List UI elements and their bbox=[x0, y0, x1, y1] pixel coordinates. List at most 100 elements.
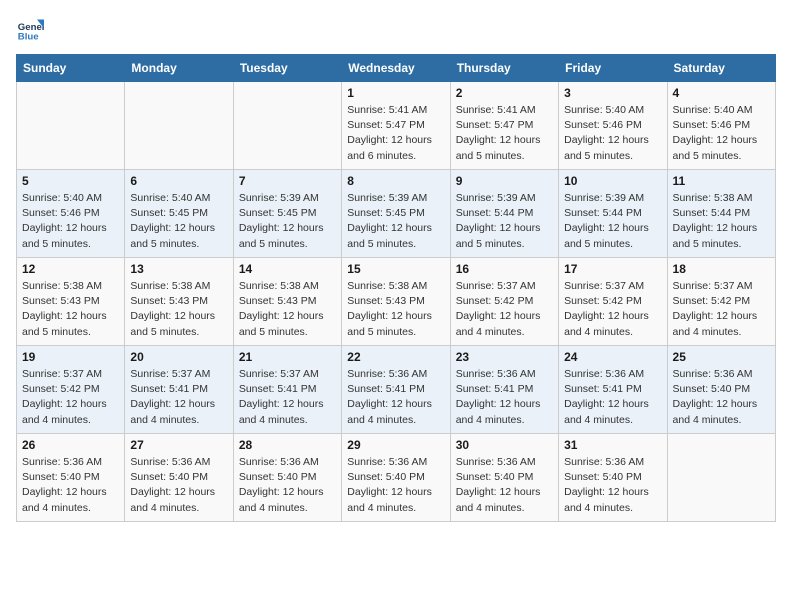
calendar-cell: 26 Sunrise: 5:36 AM Sunset: 5:40 PM Dayli… bbox=[17, 434, 125, 522]
day-number: 27 bbox=[130, 438, 227, 452]
day-number: 21 bbox=[239, 350, 336, 364]
day-info: Sunrise: 5:38 AM Sunset: 5:43 PM Dayligh… bbox=[347, 279, 444, 340]
calendar-cell: 11 Sunrise: 5:38 AM Sunset: 5:44 PM Dayli… bbox=[667, 170, 775, 258]
day-of-week-header: Saturday bbox=[667, 55, 775, 82]
day-info: Sunrise: 5:36 AM Sunset: 5:40 PM Dayligh… bbox=[564, 455, 661, 516]
day-number: 16 bbox=[456, 262, 553, 276]
calendar-cell: 21 Sunrise: 5:37 AM Sunset: 5:41 PM Dayli… bbox=[233, 346, 341, 434]
day-number: 17 bbox=[564, 262, 661, 276]
calendar-cell bbox=[125, 82, 233, 170]
day-of-week-header: Wednesday bbox=[342, 55, 450, 82]
day-number: 29 bbox=[347, 438, 444, 452]
day-number: 13 bbox=[130, 262, 227, 276]
day-info: Sunrise: 5:36 AM Sunset: 5:40 PM Dayligh… bbox=[673, 367, 770, 428]
day-info: Sunrise: 5:36 AM Sunset: 5:41 PM Dayligh… bbox=[564, 367, 661, 428]
logo: General Blue bbox=[16, 16, 48, 44]
day-number: 5 bbox=[22, 174, 119, 188]
calendar-cell: 17 Sunrise: 5:37 AM Sunset: 5:42 PM Dayli… bbox=[559, 258, 667, 346]
day-number: 7 bbox=[239, 174, 336, 188]
calendar-cell: 10 Sunrise: 5:39 AM Sunset: 5:44 PM Dayli… bbox=[559, 170, 667, 258]
day-info: Sunrise: 5:37 AM Sunset: 5:42 PM Dayligh… bbox=[456, 279, 553, 340]
svg-text:Blue: Blue bbox=[18, 32, 39, 43]
day-info: Sunrise: 5:41 AM Sunset: 5:47 PM Dayligh… bbox=[456, 103, 553, 164]
calendar-cell: 12 Sunrise: 5:38 AM Sunset: 5:43 PM Dayli… bbox=[17, 258, 125, 346]
calendar-cell: 7 Sunrise: 5:39 AM Sunset: 5:45 PM Daylig… bbox=[233, 170, 341, 258]
day-info: Sunrise: 5:37 AM Sunset: 5:41 PM Dayligh… bbox=[239, 367, 336, 428]
calendar-cell: 18Sunrise: 5:37 AM Sunset: 5:42 PM Dayli… bbox=[667, 258, 775, 346]
calendar-table: SundayMondayTuesdayWednesdayThursdayFrid… bbox=[16, 54, 776, 522]
calendar-cell: 8Sunrise: 5:39 AM Sunset: 5:45 PM Daylig… bbox=[342, 170, 450, 258]
day-number: 12 bbox=[22, 262, 119, 276]
day-number: 31 bbox=[564, 438, 661, 452]
day-of-week-header: Friday bbox=[559, 55, 667, 82]
day-info: Sunrise: 5:37 AM Sunset: 5:42 PM Dayligh… bbox=[564, 279, 661, 340]
day-number: 11 bbox=[673, 174, 770, 188]
calendar-cell: 29 Sunrise: 5:36 AM Sunset: 5:40 PM Dayli… bbox=[342, 434, 450, 522]
calendar-cell: 25 Sunrise: 5:36 AM Sunset: 5:40 PM Dayli… bbox=[667, 346, 775, 434]
calendar-cell: 16 Sunrise: 5:37 AM Sunset: 5:42 PM Dayli… bbox=[450, 258, 558, 346]
calendar-cell: 31 Sunrise: 5:36 AM Sunset: 5:40 PM Dayli… bbox=[559, 434, 667, 522]
day-info: Sunrise: 5:40 AM Sunset: 5:46 PM Dayligh… bbox=[564, 103, 661, 164]
day-number: 25 bbox=[673, 350, 770, 364]
calendar-cell: 30 Sunrise: 5:36 AM Sunset: 5:40 PM Dayli… bbox=[450, 434, 558, 522]
calendar-cell: 20 Sunrise: 5:37 AM Sunset: 5:41 PM Dayli… bbox=[125, 346, 233, 434]
calendar-cell: 28Sunrise: 5:36 AM Sunset: 5:40 PM Dayli… bbox=[233, 434, 341, 522]
calendar-cell bbox=[233, 82, 341, 170]
day-number: 10 bbox=[564, 174, 661, 188]
day-number: 6 bbox=[130, 174, 227, 188]
calendar-cell: 27Sunrise: 5:36 AM Sunset: 5:40 PM Dayli… bbox=[125, 434, 233, 522]
day-number: 3 bbox=[564, 86, 661, 100]
day-info: Sunrise: 5:39 AM Sunset: 5:44 PM Dayligh… bbox=[564, 191, 661, 252]
calendar-cell: 14 Sunrise: 5:38 AM Sunset: 5:43 PM Dayli… bbox=[233, 258, 341, 346]
day-info: Sunrise: 5:40 AM Sunset: 5:46 PM Dayligh… bbox=[22, 191, 119, 252]
day-info: Sunrise: 5:40 AM Sunset: 5:45 PM Dayligh… bbox=[130, 191, 227, 252]
calendar-cell bbox=[667, 434, 775, 522]
day-info: Sunrise: 5:36 AM Sunset: 5:41 PM Dayligh… bbox=[347, 367, 444, 428]
calendar-header-row: SundayMondayTuesdayWednesdayThursdayFrid… bbox=[17, 55, 776, 82]
day-number: 24 bbox=[564, 350, 661, 364]
day-number: 4 bbox=[673, 86, 770, 100]
calendar-cell: 15 Sunrise: 5:38 AM Sunset: 5:43 PM Dayli… bbox=[342, 258, 450, 346]
calendar-cell: 19 Sunrise: 5:37 AM Sunset: 5:42 PM Dayli… bbox=[17, 346, 125, 434]
day-info: Sunrise: 5:38 AM Sunset: 5:43 PM Dayligh… bbox=[130, 279, 227, 340]
day-number: 1 bbox=[347, 86, 444, 100]
day-info: Sunrise: 5:36 AM Sunset: 5:40 PM Dayligh… bbox=[22, 455, 119, 516]
day-info: Sunrise: 5:36 AM Sunset: 5:40 PM Dayligh… bbox=[456, 455, 553, 516]
calendar-week-row: 19 Sunrise: 5:37 AM Sunset: 5:42 PM Dayli… bbox=[17, 346, 776, 434]
day-of-week-header: Sunday bbox=[17, 55, 125, 82]
day-number: 19 bbox=[22, 350, 119, 364]
calendar-cell: 6 Sunrise: 5:40 AM Sunset: 5:45 PM Daylig… bbox=[125, 170, 233, 258]
calendar-cell: 1 Sunrise: 5:41 AM Sunset: 5:47 PM Daylig… bbox=[342, 82, 450, 170]
day-info: Sunrise: 5:36 AM Sunset: 5:40 PM Dayligh… bbox=[239, 455, 336, 516]
calendar-cell: 23Sunrise: 5:36 AM Sunset: 5:41 PM Dayli… bbox=[450, 346, 558, 434]
day-number: 30 bbox=[456, 438, 553, 452]
day-number: 26 bbox=[22, 438, 119, 452]
calendar-cell: 24 Sunrise: 5:36 AM Sunset: 5:41 PM Dayli… bbox=[559, 346, 667, 434]
calendar-week-row: 26 Sunrise: 5:36 AM Sunset: 5:40 PM Dayli… bbox=[17, 434, 776, 522]
day-number: 8 bbox=[347, 174, 444, 188]
day-number: 9 bbox=[456, 174, 553, 188]
day-info: Sunrise: 5:41 AM Sunset: 5:47 PM Dayligh… bbox=[347, 103, 444, 164]
day-info: Sunrise: 5:38 AM Sunset: 5:43 PM Dayligh… bbox=[239, 279, 336, 340]
day-info: Sunrise: 5:38 AM Sunset: 5:44 PM Dayligh… bbox=[673, 191, 770, 252]
day-number: 15 bbox=[347, 262, 444, 276]
day-of-week-header: Monday bbox=[125, 55, 233, 82]
calendar-week-row: 12 Sunrise: 5:38 AM Sunset: 5:43 PM Dayli… bbox=[17, 258, 776, 346]
day-info: Sunrise: 5:36 AM Sunset: 5:40 PM Dayligh… bbox=[347, 455, 444, 516]
day-info: Sunrise: 5:37 AM Sunset: 5:41 PM Dayligh… bbox=[130, 367, 227, 428]
calendar-cell: 13 Sunrise: 5:38 AM Sunset: 5:43 PM Dayli… bbox=[125, 258, 233, 346]
day-info: Sunrise: 5:39 AM Sunset: 5:45 PM Dayligh… bbox=[239, 191, 336, 252]
day-number: 14 bbox=[239, 262, 336, 276]
day-info: Sunrise: 5:38 AM Sunset: 5:43 PM Dayligh… bbox=[22, 279, 119, 340]
day-of-week-header: Tuesday bbox=[233, 55, 341, 82]
calendar-cell: 5 Sunrise: 5:40 AM Sunset: 5:46 PM Daylig… bbox=[17, 170, 125, 258]
day-number: 23 bbox=[456, 350, 553, 364]
day-info: Sunrise: 5:40 AM Sunset: 5:46 PM Dayligh… bbox=[673, 103, 770, 164]
logo-icon: General Blue bbox=[16, 16, 44, 44]
day-number: 20 bbox=[130, 350, 227, 364]
calendar-cell bbox=[17, 82, 125, 170]
day-number: 2 bbox=[456, 86, 553, 100]
calendar-week-row: 1 Sunrise: 5:41 AM Sunset: 5:47 PM Daylig… bbox=[17, 82, 776, 170]
day-number: 22 bbox=[347, 350, 444, 364]
day-info: Sunrise: 5:37 AM Sunset: 5:42 PM Dayligh… bbox=[22, 367, 119, 428]
